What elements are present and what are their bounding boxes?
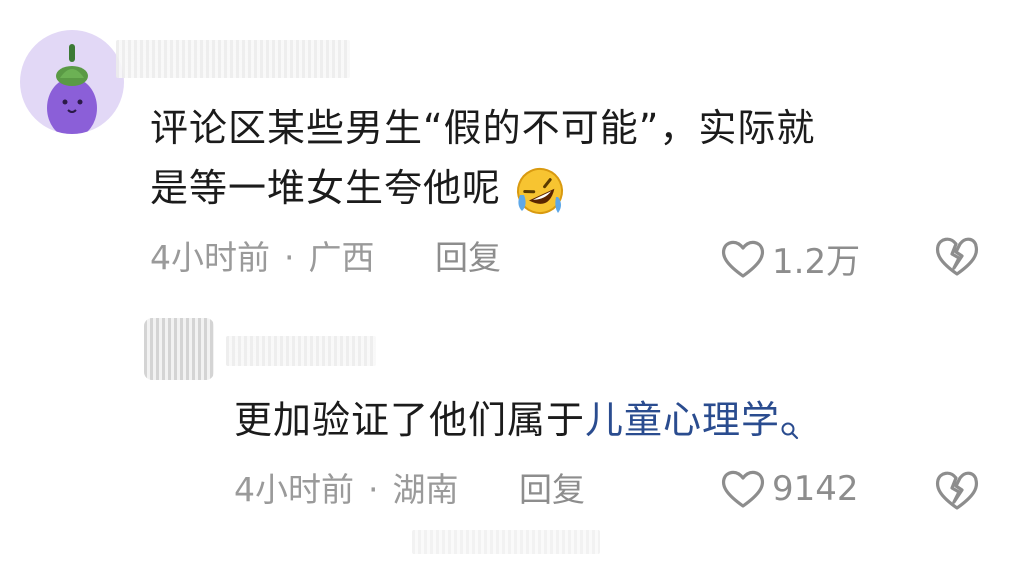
meta-separator: · bbox=[284, 238, 295, 277]
heart-icon bbox=[721, 470, 765, 508]
like-count: 1.2万 bbox=[772, 242, 861, 282]
reply-like-button[interactable]: 9142 bbox=[720, 468, 859, 510]
avatar[interactable] bbox=[20, 30, 124, 134]
comment-text-line-1: 评论区某些男生“假的不可能”，实际就 bbox=[150, 106, 816, 150]
rolling-laughing-emoji-icon bbox=[514, 165, 566, 217]
reply-body: 更加验证了他们属于儿童心理学 bbox=[234, 390, 994, 458]
like-button[interactable]: 1.2万 bbox=[720, 234, 860, 283]
search-icon[interactable] bbox=[780, 398, 800, 458]
reply-text: 更加验证了他们属于 bbox=[234, 398, 586, 442]
reply-button[interactable]: 回复 bbox=[435, 238, 501, 277]
reply-username-blurred[interactable] bbox=[226, 336, 376, 366]
comment-text-line-2: 是等一堆女生夸他呢 bbox=[150, 158, 1010, 218]
reply-location: 湖南 bbox=[392, 470, 459, 509]
broken-heart-icon bbox=[935, 237, 979, 276]
comment-meta: 4小时前 · 广西 回复 bbox=[150, 238, 501, 278]
watermark-blurred bbox=[412, 530, 600, 554]
eggplant-icon bbox=[47, 44, 97, 134]
reply-reply-button[interactable]: 回复 bbox=[519, 470, 585, 509]
comment-location: 广西 bbox=[308, 238, 375, 277]
comment-time: 4小时前 bbox=[150, 238, 270, 277]
broken-heart-icon bbox=[935, 471, 979, 510]
reply-meta: 4小时前 · 湖南 回复 bbox=[234, 470, 585, 510]
meta-separator: · bbox=[368, 470, 379, 509]
dislike-button[interactable] bbox=[934, 234, 980, 282]
reply-dislike-button[interactable] bbox=[934, 468, 980, 516]
comment-body: 评论区某些男生“假的不可能”，实际就 是等一堆女生夸他呢 bbox=[150, 98, 1010, 218]
reply-time: 4小时前 bbox=[234, 470, 354, 509]
username-blurred[interactable] bbox=[116, 40, 350, 78]
search-link[interactable]: 儿童心理学 bbox=[585, 398, 780, 442]
reply-avatar-blurred[interactable] bbox=[144, 318, 214, 380]
comment-text-line-2-text: 是等一堆女生夸他呢 bbox=[150, 166, 502, 210]
heart-icon bbox=[721, 240, 765, 278]
reply-like-count: 9142 bbox=[772, 469, 859, 509]
